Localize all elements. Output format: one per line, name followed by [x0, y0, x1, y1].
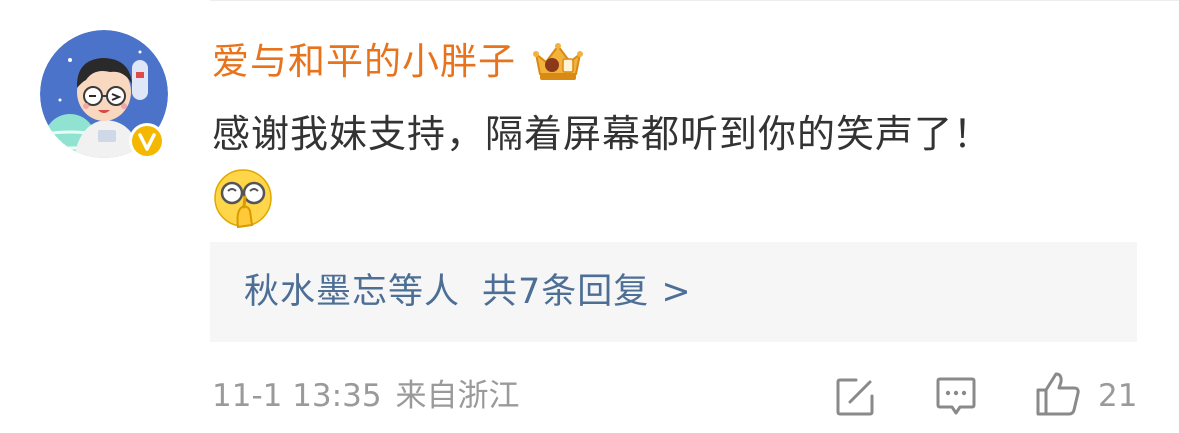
like-icon[interactable]	[1034, 370, 1082, 418]
reply-count-link[interactable]: 共7条回复 >	[482, 272, 692, 312]
comment-card: 爱与和平的小胖子 感谢我妹支持，隔着屏幕都听到你的笑声了！ 秋水墨忘等人 共7条回…	[0, 0, 1179, 433]
crown-fan-badge-icon[interactable]	[530, 40, 586, 84]
comment-meta: 11-1 13:35 来自浙江	[212, 374, 520, 418]
comment-text: 感谢我妹支持，隔着屏幕都听到你的笑声了！	[212, 112, 993, 156]
replies-summary[interactable]: 秋水墨忘等人 共7条回复 >	[210, 268, 692, 316]
like-count: 21	[1098, 378, 1138, 414]
comment-icon[interactable]	[934, 376, 978, 418]
location: 来自浙江	[395, 378, 520, 414]
divider	[210, 0, 1179, 1]
replies-box[interactable]: 秋水墨忘等人 共7条回复 >	[210, 242, 1137, 342]
username[interactable]: 爱与和平的小胖子	[212, 38, 516, 86]
timestamp: 11-1 13:35	[212, 378, 382, 414]
reply-users: 秋水墨忘等人	[244, 272, 461, 312]
username-row: 爱与和平的小胖子	[212, 38, 586, 86]
edit-icon[interactable]	[834, 376, 876, 418]
cover-face-laughing-emoji-icon	[214, 169, 272, 229]
verified-badge-icon	[129, 123, 165, 159]
